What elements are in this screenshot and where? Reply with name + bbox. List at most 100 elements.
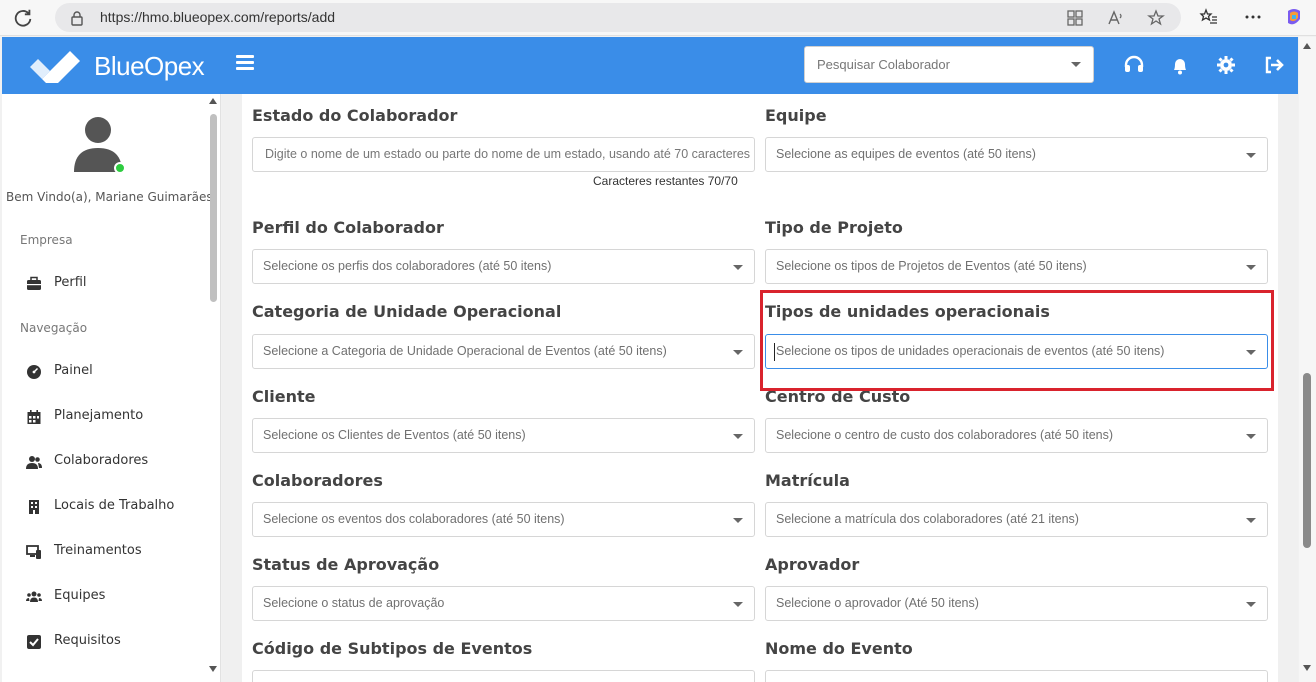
label-aprovador: Aprovador: [765, 555, 860, 574]
chevron-down-icon: [733, 265, 743, 270]
estado-colaborador-placeholder: Digite o nome de um estado ou parte do n…: [265, 147, 751, 161]
sidebar-item-label: Perfil: [54, 275, 87, 290]
label-estado-colaborador: Estado do Colaborador: [252, 106, 458, 125]
centro-custo-select[interactable]: Selecione o centro de custo dos colabora…: [765, 418, 1268, 453]
welcome-text: Bem Vindo(a), Mariane Guimarães: [6, 190, 213, 204]
categoria-unidade-placeholder: Selecione a Categoria de Unidade Operaci…: [263, 344, 667, 358]
sidebar-item-painel[interactable]: Painel: [26, 361, 206, 383]
sidebar-item-label: Locais de Trabalho: [54, 498, 175, 513]
logout-icon[interactable]: [1263, 54, 1285, 76]
colaboradores-placeholder: Selecione os eventos dos colaboradores (…: [263, 512, 565, 526]
scroll-up-arrow-icon[interactable]: [1303, 43, 1311, 49]
users-icon: [26, 456, 42, 469]
centro-custo-placeholder: Selecione o centro de custo dos colabora…: [776, 428, 1114, 442]
team-icon: [26, 591, 42, 602]
chevron-down-icon: [1071, 62, 1081, 67]
tipo-projeto-placeholder: Selecione os tipos de Projetos de Evento…: [776, 259, 1087, 273]
chevron-down-icon: [1246, 434, 1256, 439]
categoria-unidade-select[interactable]: Selecione a Categoria de Unidade Operaci…: [252, 334, 755, 369]
sidebar-item-label: Treinamentos: [54, 543, 142, 558]
sidebar-item-colaboradores[interactable]: Colaboradores: [26, 451, 206, 473]
sidebar-item-requisitos[interactable]: Requisitos: [26, 631, 206, 653]
label-nome-evento: Nome do Evento: [765, 639, 913, 658]
label-equipe: Equipe: [765, 106, 827, 125]
blueopex-logo-icon[interactable]: [28, 49, 82, 83]
scroll-down-arrow-icon[interactable]: [209, 666, 217, 672]
matricula-select[interactable]: Selecione a matrícula dos colaboradores …: [765, 502, 1268, 537]
perfil-colaborador-select[interactable]: Selecione os perfis dos colaboradores (a…: [252, 249, 755, 284]
settings-gear-icon[interactable]: [1215, 54, 1237, 76]
more-options-icon[interactable]: [1243, 7, 1263, 27]
address-bar[interactable]: https://hmo.blueopex.com/reports/add: [55, 3, 1181, 32]
chevron-down-icon: [733, 602, 743, 607]
lock-icon[interactable]: [69, 10, 85, 26]
avatar[interactable]: [74, 116, 124, 174]
label-codigo-subtipos: Código de Subtipos de Eventos: [252, 639, 533, 658]
colaboradores-select[interactable]: Selecione os eventos dos colaboradores (…: [252, 502, 755, 537]
copilot-icon[interactable]: [1284, 7, 1304, 27]
sidebar-scroll-thumb[interactable]: [210, 114, 217, 302]
search-collaborator-select[interactable]: Pesquisar Colaborador: [804, 46, 1094, 83]
scroll-up-arrow-icon[interactable]: [209, 98, 217, 104]
cliente-select[interactable]: Selecione os Clientes de Eventos (até 50…: [252, 418, 755, 453]
sidebar-item-perfil[interactable]: Perfil: [26, 273, 206, 295]
url-text[interactable]: https://hmo.blueopex.com/reports/add: [100, 9, 335, 25]
checkbox-icon: [27, 635, 41, 649]
chevron-down-icon: [1246, 602, 1256, 607]
brand-name[interactable]: BlueOpex: [94, 51, 205, 82]
cliente-placeholder: Selecione os Clientes de Eventos (até 50…: [263, 428, 526, 442]
equipe-placeholder: Selecione as equipes de eventos (até 50 …: [776, 147, 1036, 161]
sidebar-item-equipes[interactable]: Equipes: [26, 586, 206, 608]
chevron-down-icon: [1246, 153, 1256, 158]
estado-colaborador-input[interactable]: Digite o nome de um estado ou parte do n…: [252, 137, 755, 172]
browser-toolbar: https://hmo.blueopex.com/reports/add: [0, 0, 1316, 36]
char-counter: Caracteres restantes 70/70: [593, 174, 738, 188]
building-icon: [29, 500, 39, 514]
chevron-down-icon: [733, 518, 743, 523]
favorites-list-icon[interactable]: [1199, 7, 1219, 27]
sidebar-item-planejamento[interactable]: Planejamento: [26, 406, 206, 428]
sidebar: Bem Vindo(a), Mariane Guimarães Empresa …: [2, 94, 221, 682]
tipo-projeto-select[interactable]: Selecione os tipos de Projetos de Evento…: [765, 249, 1268, 284]
read-aloud-icon[interactable]: [1107, 9, 1125, 27]
equipe-select[interactable]: Selecione as equipes de eventos (até 50 …: [765, 137, 1268, 172]
search-collaborator-placeholder: Pesquisar Colaborador: [817, 57, 950, 72]
section-label-navegacao: Navegação: [20, 321, 88, 335]
label-cliente: Cliente: [252, 387, 316, 406]
label-categoria-unidade: Categoria de Unidade Operacional: [252, 302, 562, 321]
label-status-aprovacao: Status de Aprovação: [252, 555, 440, 574]
nome-evento-input[interactable]: [765, 670, 1268, 682]
section-label-empresa: Empresa: [20, 233, 73, 247]
label-colaboradores: Colaboradores: [252, 471, 383, 490]
menu-toggle-icon[interactable]: [236, 55, 254, 71]
sidebar-item-label: Requisitos: [54, 633, 121, 648]
briefcase-icon: [27, 276, 41, 290]
chevron-down-icon: [1246, 518, 1256, 523]
devices-icon: [26, 545, 41, 559]
scroll-down-arrow-icon[interactable]: [1303, 665, 1311, 671]
page-scrollbar[interactable]: [1299, 37, 1316, 682]
label-perfil-colaborador: Perfil do Colaborador: [252, 218, 444, 237]
grid-icon[interactable]: [1066, 9, 1084, 27]
notifications-bell-icon[interactable]: [1169, 54, 1191, 76]
sidebar-item-label: Planejamento: [54, 408, 144, 423]
perfil-placeholder: Selecione os perfis dos colaboradores (a…: [263, 259, 552, 273]
sidebar-item-locais-de-trabalho[interactable]: Locais de Trabalho: [26, 496, 206, 518]
codigo-subtipos-select[interactable]: [252, 670, 755, 682]
favorite-star-icon[interactable]: [1147, 9, 1165, 27]
dashboard-icon: [27, 365, 41, 379]
chevron-down-icon: [1246, 265, 1256, 270]
sidebar-item-label: Painel: [54, 363, 93, 378]
headset-support-icon[interactable]: [1123, 54, 1145, 76]
aprovador-select[interactable]: Selecione o aprovador (Até 50 itens): [765, 586, 1268, 621]
chevron-down-icon: [733, 350, 743, 355]
reload-icon[interactable]: [12, 7, 34, 29]
sidebar-item-treinamentos[interactable]: Treinamentos: [26, 541, 206, 563]
label-matricula: Matrícula: [765, 471, 850, 490]
sidebar-item-label: Equipes: [54, 588, 106, 603]
highlight-annotation: [760, 290, 1274, 391]
status-aprovacao-select[interactable]: Selecione o status de aprovação: [252, 586, 755, 621]
aprovador-placeholder: Selecione o aprovador (Até 50 itens): [776, 596, 979, 610]
page-scroll-thumb[interactable]: [1303, 373, 1311, 548]
sidebar-scrollbar[interactable]: [207, 94, 219, 682]
